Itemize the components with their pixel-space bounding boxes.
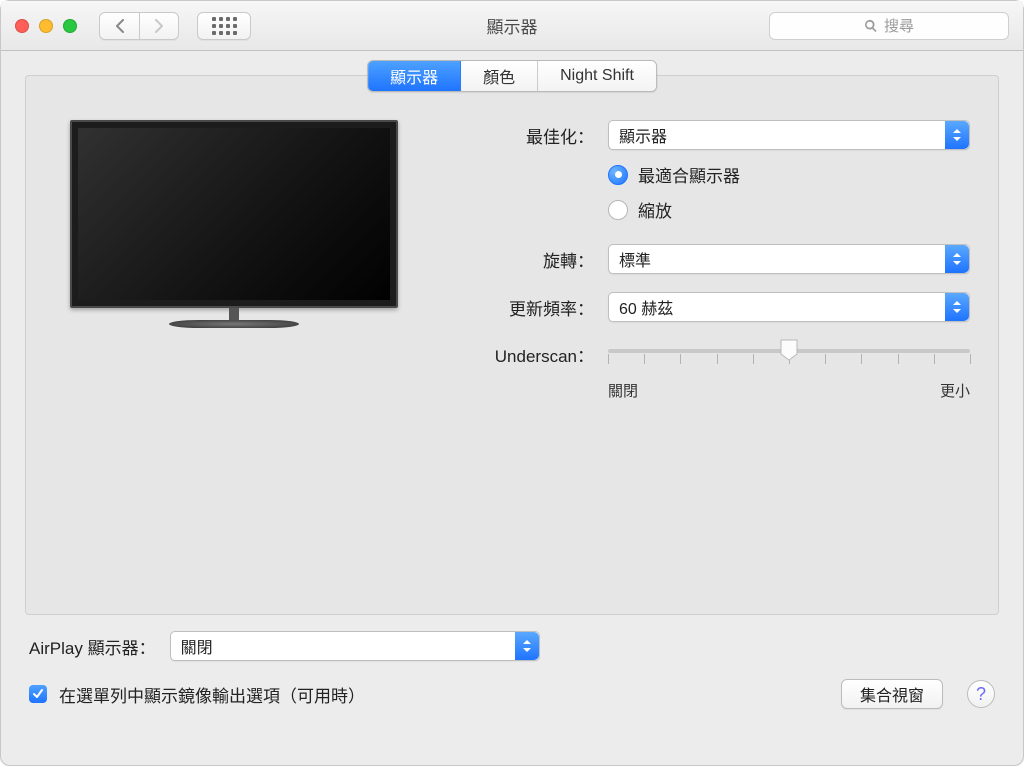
display-preview-icon <box>70 120 398 328</box>
optimize-value: 顯示器 <box>619 123 667 147</box>
refresh-label: 更新頻率： <box>454 295 594 320</box>
titlebar: 顯示器 搜尋 <box>1 1 1023 51</box>
window-controls <box>15 19 77 33</box>
slider-thumb-icon[interactable] <box>779 338 799 362</box>
preferences-window: 顯示器 搜尋 顯示器 顏色 Night Shift <box>0 0 1024 766</box>
search-field[interactable]: 搜尋 <box>769 12 1009 40</box>
underscan-max-label: 更小 <box>940 380 970 401</box>
forward-button[interactable] <box>139 12 179 40</box>
resolution-best-radio[interactable]: 最適合顯示器 <box>608 162 970 187</box>
tab-color[interactable]: 顏色 <box>461 61 538 91</box>
tab-night-shift[interactable]: Night Shift <box>538 61 656 91</box>
resolution-best-label: 最適合顯示器 <box>638 162 740 187</box>
refresh-popup[interactable]: 60 赫茲 <box>608 292 970 322</box>
check-icon <box>32 688 44 700</box>
underscan-slider[interactable] <box>608 340 970 360</box>
radio-selected-icon <box>608 165 628 185</box>
rotation-popup[interactable]: 標準 <box>608 244 970 274</box>
back-button[interactable] <box>99 12 139 40</box>
search-placeholder: 搜尋 <box>884 15 914 36</box>
rotation-value: 標準 <box>619 247 651 271</box>
airplay-label: AirPlay 顯示器： <box>29 634 156 659</box>
chevron-updown-icon <box>945 293 969 321</box>
airplay-value: 關閉 <box>181 634 213 658</box>
mirror-checkbox[interactable] <box>29 685 47 703</box>
underscan-label: Underscan： <box>454 342 594 367</box>
show-all-button[interactable] <box>197 12 251 40</box>
chevron-updown-icon <box>945 121 969 149</box>
chevron-updown-icon <box>945 245 969 273</box>
refresh-value: 60 赫茲 <box>619 295 673 319</box>
close-window-button[interactable] <box>15 19 29 33</box>
zoom-window-button[interactable] <box>63 19 77 33</box>
search-icon <box>864 19 878 33</box>
footer: AirPlay 顯示器： 關閉 在選單列中顯示鏡像輸出選項（可用時） 集合視窗 … <box>1 623 1023 727</box>
toolbar-nav <box>99 12 251 40</box>
tab-bar: 顯示器 顏色 Night Shift <box>367 60 657 92</box>
underscan-min-label: 關閉 <box>608 380 638 401</box>
grid-icon <box>212 17 237 35</box>
radio-unselected-icon <box>608 200 628 220</box>
optimize-label: 最佳化： <box>454 123 594 148</box>
airplay-popup[interactable]: 關閉 <box>170 631 540 661</box>
resolution-scaled-radio[interactable]: 縮放 <box>608 197 970 222</box>
resolution-scaled-label: 縮放 <box>638 197 672 222</box>
mirror-checkbox-label: 在選單列中顯示鏡像輸出選項（可用時） <box>59 682 365 707</box>
optimize-popup[interactable]: 顯示器 <box>608 120 970 150</box>
gather-windows-button[interactable]: 集合視窗 <box>841 679 943 709</box>
rotation-label: 旋轉： <box>454 247 594 272</box>
minimize-window-button[interactable] <box>39 19 53 33</box>
help-button[interactable]: ? <box>967 680 995 708</box>
tab-display[interactable]: 顯示器 <box>368 61 461 91</box>
content-panel: 顯示器 顏色 Night Shift 最佳化： <box>25 75 999 615</box>
chevron-updown-icon <box>515 632 539 660</box>
